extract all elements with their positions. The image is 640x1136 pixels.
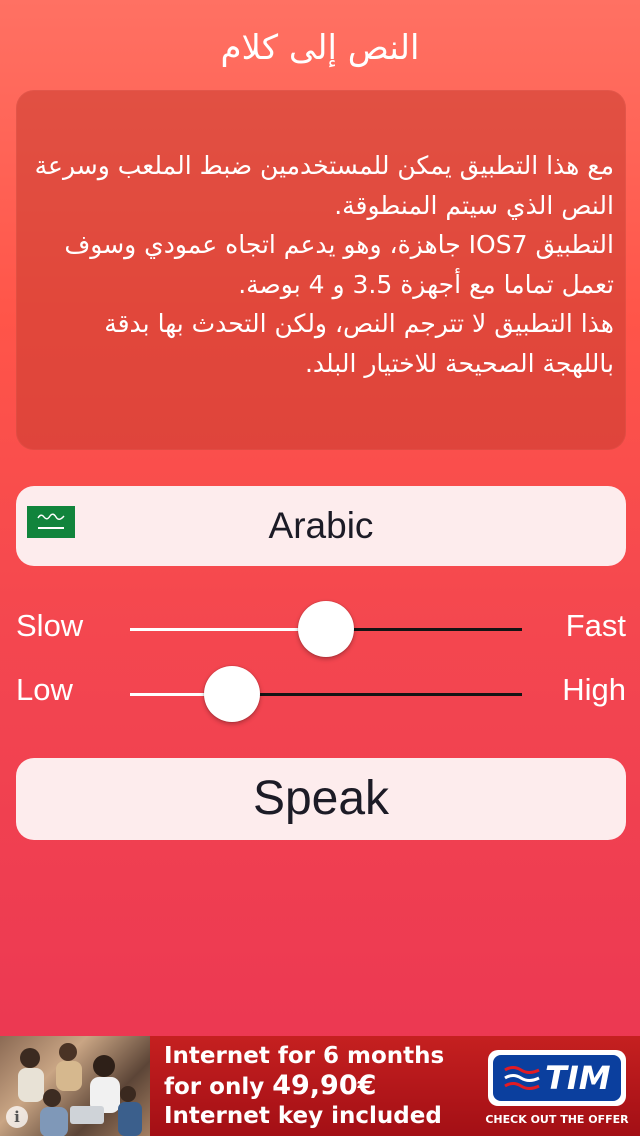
pitch-max-label: High <box>562 672 626 707</box>
speed-slider-fill <box>130 628 326 631</box>
app-title: النص إلى كلام <box>220 28 420 68</box>
ad-text: Internet for 6 months for only 49,90€ In… <box>164 1042 474 1131</box>
language-label: Arabic <box>268 505 374 546</box>
ad-line-2: for only 49,90€ <box>164 1071 474 1102</box>
tim-brand-text: TIM <box>545 1059 611 1097</box>
ad-line-3: Internet key included <box>164 1103 442 1129</box>
description-text: مع هذا التطبيق يمكن للمستخدمين ضبط الملع… <box>34 151 614 378</box>
ad-cta[interactable]: CHECK OUT THE OFFER <box>480 1112 634 1128</box>
speak-button[interactable]: Speak <box>16 758 626 840</box>
description-box: مع هذا التطبيق يمكن للمستخدمين ضبط الملع… <box>16 90 626 450</box>
pitch-min-label: Low <box>16 672 73 707</box>
language-selector[interactable]: Arabic <box>16 486 626 566</box>
ad-line-1: Internet for 6 months <box>164 1043 445 1069</box>
tim-logo: TIM <box>488 1050 626 1106</box>
ad-price: 49,90€ <box>272 1070 377 1101</box>
speed-max-label: Fast <box>565 608 626 643</box>
tim-waves-icon <box>504 1066 540 1090</box>
speed-slider[interactable] <box>130 601 522 657</box>
speed-slider-thumb[interactable] <box>298 601 354 657</box>
pitch-slider-thumb[interactable] <box>203 666 260 722</box>
speed-min-label: Slow <box>16 608 84 643</box>
ad-line-2-prefix: for only <box>164 1074 273 1100</box>
ad-banner[interactable]: i Internet for 6 months for only 49,90€ … <box>0 1036 640 1136</box>
ad-photo: i <box>0 1036 150 1136</box>
info-icon[interactable]: i <box>6 1106 28 1128</box>
pitch-slider[interactable] <box>130 666 522 722</box>
